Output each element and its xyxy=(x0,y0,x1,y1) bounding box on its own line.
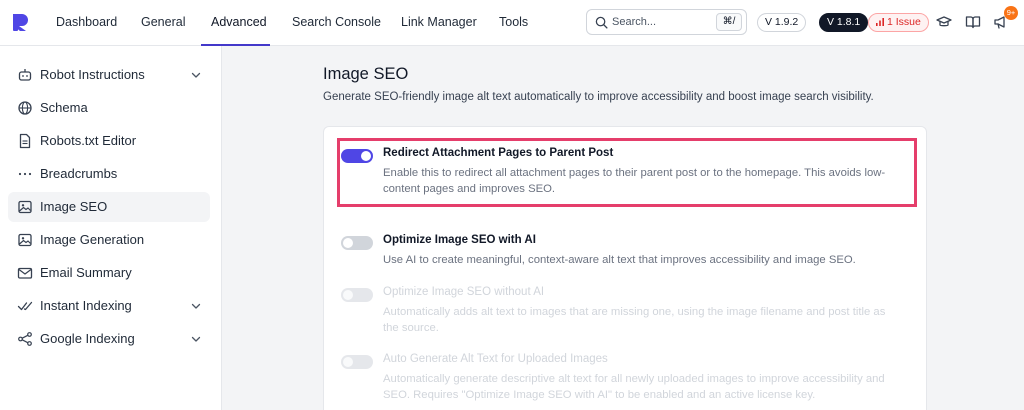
image-icon xyxy=(18,233,32,247)
notification-count-badge[interactable]: 9+ xyxy=(1004,6,1018,20)
toggle-knob xyxy=(343,357,353,367)
sidebar-item-label: Instant Indexing xyxy=(40,298,132,313)
setting-description: Enable this to redirect all attachment p… xyxy=(383,167,886,195)
sidebar-item-email-summary[interactable]: Email Summary xyxy=(8,258,210,288)
tab-search-console[interactable]: Search Console xyxy=(292,0,381,46)
sidebar-item-label: Robot Instructions xyxy=(40,67,145,82)
sidebar-item-instant-indexing[interactable]: Instant Indexing xyxy=(8,291,210,321)
chevron-down-icon xyxy=(191,336,201,342)
tab-tools[interactable]: Tools xyxy=(499,0,528,46)
search-box[interactable]: ⌘/ xyxy=(586,9,747,35)
toggle-knob xyxy=(343,238,353,248)
toggle-switch[interactable] xyxy=(341,288,373,302)
tab-general[interactable]: General xyxy=(141,0,185,46)
setting-description: Automatically adds alt text to images th… xyxy=(383,306,886,334)
toggle-knob xyxy=(361,151,371,161)
setting-description: Automatically generate descriptive alt t… xyxy=(383,373,885,401)
sidebar-item-label: Image SEO xyxy=(40,199,108,214)
setting-title: Redirect Attachment Pages to Parent Post xyxy=(383,147,614,159)
sidebar-item-label: Robots.txt Editor xyxy=(40,133,137,148)
version-badge-free: V 1.9.2 xyxy=(757,13,807,32)
main-content: Image SEO Generate SEO-friendly image al… xyxy=(223,46,1024,410)
toggle-switch[interactable] xyxy=(341,149,373,163)
dots-icon xyxy=(18,172,32,176)
page-description: Generate SEO-friendly image alt text aut… xyxy=(323,91,874,103)
top-bar: Dashboard General Advanced Search Consol… xyxy=(0,0,1024,46)
toggle-switch[interactable] xyxy=(341,355,373,369)
setting-title: Optimize Image SEO with AI xyxy=(383,234,536,246)
chevron-down-icon xyxy=(191,303,201,309)
setting-description: Use AI to create meaningful, context-awa… xyxy=(383,254,856,266)
sidebar-item-image-seo[interactable]: Image SEO xyxy=(8,192,210,222)
version-badge-pro: V 1.8.1 xyxy=(819,13,869,32)
chevron-down-icon xyxy=(191,72,201,78)
chart-bars-icon xyxy=(876,18,884,26)
tab-link-manager[interactable]: Link Manager xyxy=(401,0,477,46)
tab-advanced[interactable]: Advanced xyxy=(211,0,267,46)
sidebar-item-schema[interactable]: Schema xyxy=(8,93,210,123)
file-icon xyxy=(19,133,31,149)
setting-title: Optimize Image SEO without AI xyxy=(383,286,545,298)
check-icon xyxy=(17,301,33,311)
sidebar: Robot Instructions Schema Robots.txt Edi… xyxy=(0,46,222,410)
toggle-knob xyxy=(343,290,353,300)
globe-icon xyxy=(18,101,32,115)
sidebar-item-label: Breadcrumbs xyxy=(40,166,118,181)
tab-dashboard[interactable]: Dashboard xyxy=(56,0,117,46)
page-title: Image SEO xyxy=(323,65,409,83)
sidebar-item-label: Schema xyxy=(40,100,88,115)
sidebar-item-robot-instructions[interactable]: Robot Instructions xyxy=(8,60,210,90)
issues-label: 1 Issue xyxy=(887,16,921,28)
sidebar-item-robots-txt-editor[interactable]: Robots.txt Editor xyxy=(8,126,210,156)
graduation-cap-icon[interactable] xyxy=(936,14,952,30)
image-icon xyxy=(18,200,32,214)
sidebar-item-label: Email Summary xyxy=(40,265,132,280)
search-shortcut: ⌘/ xyxy=(716,13,742,31)
sidebar-item-label: Google Indexing xyxy=(40,331,135,346)
search-icon xyxy=(595,16,608,29)
setting-title: Auto Generate Alt Text for Uploaded Imag… xyxy=(383,353,608,365)
book-icon[interactable] xyxy=(965,14,981,30)
search-input[interactable] xyxy=(612,13,710,31)
mail-icon xyxy=(17,267,33,279)
robot-icon xyxy=(18,69,32,81)
logo-icon[interactable] xyxy=(10,11,32,33)
sidebar-item-breadcrumbs[interactable]: Breadcrumbs xyxy=(8,159,210,189)
branch-icon xyxy=(18,332,32,346)
issues-badge[interactable]: 1 Issue xyxy=(868,13,929,32)
toggle-switch[interactable] xyxy=(341,236,373,250)
sidebar-item-image-generation[interactable]: Image Generation xyxy=(8,225,210,255)
sidebar-item-google-indexing[interactable]: Google Indexing xyxy=(8,324,210,354)
sidebar-item-label: Image Generation xyxy=(40,232,145,247)
